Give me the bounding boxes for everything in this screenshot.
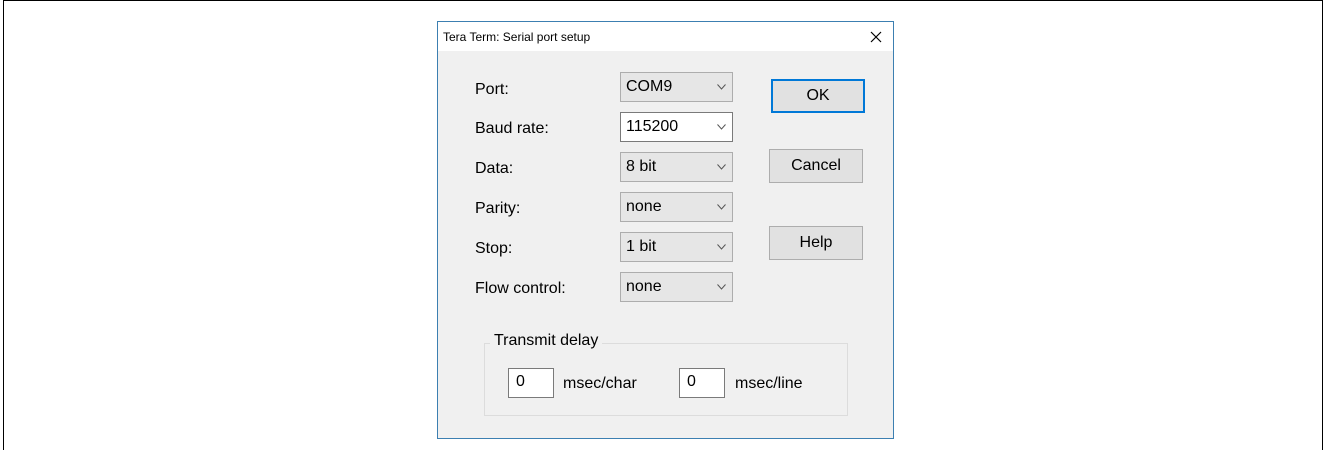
- help-button[interactable]: Help: [769, 226, 863, 260]
- chevron-down-icon: [717, 84, 726, 90]
- close-button[interactable]: [859, 22, 893, 51]
- msec-char-value: 0: [516, 373, 525, 390]
- baud-rate-label: Baud rate:: [475, 120, 549, 137]
- parity-value: none: [626, 198, 662, 215]
- baud-rate-value: 115200: [626, 118, 679, 135]
- chevron-down-icon: [717, 164, 726, 170]
- data-value: 8 bit: [626, 158, 657, 175]
- baud-rate-select[interactable]: 115200: [620, 112, 733, 142]
- ok-button[interactable]: OK: [771, 79, 865, 113]
- stop-label: Stop:: [475, 240, 513, 257]
- chevron-down-icon: [717, 284, 726, 290]
- msec-line-input[interactable]: 0: [679, 368, 725, 398]
- msec-line-label: msec/line: [735, 375, 803, 392]
- title-bar[interactable]: Tera Term: Serial port setup: [438, 22, 893, 51]
- msec-char-input[interactable]: 0: [508, 368, 554, 398]
- close-icon: [870, 31, 882, 42]
- cancel-button[interactable]: Cancel: [769, 149, 863, 183]
- stop-select[interactable]: 1 bit: [620, 232, 733, 262]
- serial-port-setup-dialog: Tera Term: Serial port setup Port: Baud …: [437, 21, 894, 439]
- port-value: COM9: [626, 78, 673, 95]
- flow-control-label: Flow control:: [475, 280, 566, 297]
- chevron-down-icon: [717, 244, 726, 250]
- port-select[interactable]: COM9: [620, 72, 733, 102]
- msec-char-label: msec/char: [563, 375, 637, 392]
- data-select[interactable]: 8 bit: [620, 152, 733, 182]
- flow-control-select[interactable]: none: [620, 272, 733, 302]
- transmit-delay-title: Transmit delay: [490, 332, 603, 350]
- port-label: Port:: [475, 81, 509, 98]
- chevron-down-icon: [717, 204, 726, 210]
- parity-select[interactable]: none: [620, 192, 733, 222]
- data-label: Data:: [475, 160, 514, 177]
- dialog-title: Tera Term: Serial port setup: [443, 30, 591, 44]
- stop-value: 1 bit: [626, 238, 657, 255]
- chevron-down-icon: [717, 124, 726, 130]
- parity-label: Parity:: [475, 200, 521, 217]
- flow-control-value: none: [626, 278, 662, 295]
- msec-line-value: 0: [687, 373, 696, 390]
